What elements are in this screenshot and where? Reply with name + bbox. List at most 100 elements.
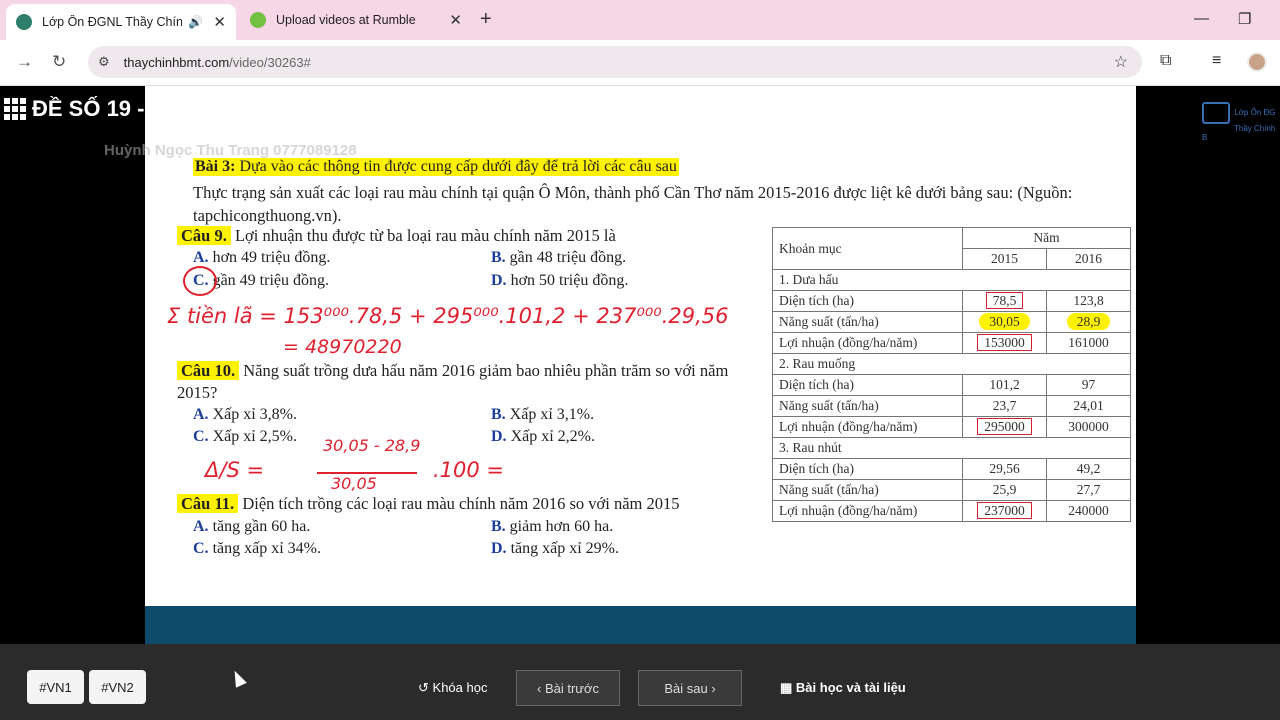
table-row: Năng suất (tấn/ha) 25,9 27,7 bbox=[772, 479, 1131, 501]
rumble-favicon-icon bbox=[250, 12, 266, 28]
section-rau-nhut: 3. Rau nhút bbox=[772, 437, 1131, 459]
slide-footer-band bbox=[145, 606, 1136, 644]
handwritten-fraction-num: 30,05 - 28,9 bbox=[323, 436, 421, 455]
tag-vn2-button[interactable]: #VN2 bbox=[89, 670, 146, 704]
new-tab-icon[interactable]: + bbox=[480, 8, 492, 31]
video-player[interactable]: Bài 3: Dựa vào các thông tin được cung c… bbox=[0, 86, 1280, 644]
exercise-heading: Bài 3: Dựa vào các thông tin được cung c… bbox=[193, 158, 679, 176]
cell-value: 237000 bbox=[962, 500, 1047, 522]
cell-value: 49,2 bbox=[1046, 458, 1131, 480]
answer-circle-mark bbox=[183, 266, 217, 296]
row-label: Năng suất (tấn/ha) bbox=[772, 395, 963, 417]
header-item: Khoản mục bbox=[772, 227, 963, 270]
viewer-watermark: Huỳnh Ngọc Thu Trang 0777089128 bbox=[104, 142, 357, 159]
tab-lop-on[interactable]: Lớp Ôn ĐGNL Thầy Chính B 🔊 ✕ bbox=[6, 4, 236, 40]
forward-icon[interactable]: → bbox=[16, 52, 33, 72]
prev-lesson-button[interactable]: ‹ Bài trước bbox=[516, 670, 620, 706]
handwritten-result: = 48970220 bbox=[283, 336, 402, 358]
question-11: Câu 11. Diện tích trồng các loại rau màu… bbox=[177, 494, 679, 514]
url-path: /video/30263# bbox=[229, 54, 311, 70]
handwritten-tail: .100 = bbox=[433, 458, 505, 482]
table-row: Lợi nhuận (đồng/ha/năm) 153000 161000 bbox=[772, 332, 1131, 354]
cell-value: 295000 bbox=[962, 416, 1047, 438]
table-row: Năng suất (tấn/ha) 30,05 28,9 bbox=[772, 311, 1131, 333]
row-label: Lợi nhuận (đồng/ha/năm) bbox=[772, 416, 963, 438]
cell-value: 78,5 bbox=[962, 290, 1047, 312]
q11-option-a: A. tăng gần 60 ha. bbox=[193, 518, 311, 535]
address-bar-row: → ↻ ⚙ thaychinhbmt.com/video/30263# ☆ ⧉ … bbox=[0, 40, 1280, 86]
cell-value: 240000 bbox=[1046, 500, 1131, 522]
cell-value: 300000 bbox=[1046, 416, 1131, 438]
speaker-icon[interactable]: 🔊 bbox=[188, 15, 203, 29]
lesson-nav-bar: #VN1 #VN2 ↺ Khóa học ‹ Bài trước Bài sau… bbox=[0, 644, 1280, 720]
table-row: Diện tích (ha) 101,2 97 bbox=[772, 374, 1131, 396]
lesson-slide: Bài 3: Dựa vào các thông tin được cung c… bbox=[145, 86, 1136, 606]
q9-option-b: B. gần 48 triệu đồng. bbox=[491, 249, 627, 266]
cell-value: 161000 bbox=[1046, 332, 1131, 354]
close-tab-icon[interactable]: ✕ bbox=[449, 11, 462, 29]
url-field[interactable]: ⚙ thaychinhbmt.com/video/30263# ☆ bbox=[88, 46, 1142, 78]
site-favicon-icon bbox=[16, 14, 32, 30]
cell-value: 29,56 bbox=[962, 458, 1047, 480]
book-logo-icon bbox=[1202, 102, 1230, 124]
question-9: Câu 9. Lợi nhuận thu được từ ba loại rau… bbox=[177, 226, 616, 246]
table-row: Lợi nhuận (đồng/ha/năm) 295000 300000 bbox=[772, 416, 1131, 438]
q11-option-c: C. tăng xấp xỉ 34%. bbox=[193, 540, 321, 557]
cell-value: 101,2 bbox=[962, 374, 1047, 396]
reload-icon[interactable]: ↻ bbox=[52, 52, 66, 72]
table-row: Diện tích (ha) 78,5 123,8 bbox=[772, 290, 1131, 312]
exercise-intro: Thực trạng sản xuất các loại rau màu chí… bbox=[193, 183, 1073, 225]
restore-icon[interactable]: ❐ bbox=[1238, 10, 1251, 28]
q10-option-c: C. Xấp xỉ 2,5%. bbox=[193, 428, 297, 445]
handwritten-ratio-label: Δ/S = bbox=[205, 458, 265, 482]
extensions-icon[interactable]: ⧉ bbox=[1160, 52, 1171, 70]
handwritten-sum: Σ tiền lã = 153⁰⁰⁰.78,5 + 295⁰⁰⁰.101,2 +… bbox=[167, 304, 729, 328]
header-year: Năm bbox=[962, 227, 1131, 249]
section-rau-muong: 2. Rau muống bbox=[772, 353, 1131, 375]
minimize-icon[interactable]: — bbox=[1194, 10, 1209, 27]
row-label: Năng suất (tấn/ha) bbox=[772, 479, 963, 501]
row-label: Diện tích (ha) bbox=[772, 290, 963, 312]
grid-icon: ▦ bbox=[780, 680, 793, 695]
q10-option-d: D. Xấp xỉ 2,2%. bbox=[491, 428, 595, 445]
q10-option-a: A. Xấp xỉ 3,8%. bbox=[193, 406, 297, 423]
row-label: Diện tích (ha) bbox=[772, 458, 963, 480]
q11-option-d: D. tăng xấp xỉ 29%. bbox=[491, 540, 619, 557]
cell-value: 24,01 bbox=[1046, 395, 1131, 417]
video-title: ĐỀ SỐ 19 - bbox=[4, 96, 144, 122]
tag-vn1-button[interactable]: #VN1 bbox=[27, 670, 84, 704]
cell-value: 23,7 bbox=[962, 395, 1047, 417]
close-tab-icon[interactable]: ✕ bbox=[213, 13, 226, 31]
cell-value: 30,05 bbox=[962, 311, 1047, 333]
q9-option-d: D. hơn 50 triệu đồng. bbox=[491, 272, 629, 289]
url-host: thaychinhbmt.com bbox=[123, 54, 230, 70]
table-row: Lợi nhuận (đồng/ha/năm) 237000 240000 bbox=[772, 500, 1131, 522]
row-label: Lợi nhuận (đồng/ha/năm) bbox=[772, 332, 963, 354]
cell-value: 28,9 bbox=[1046, 311, 1131, 333]
course-link[interactable]: ↺ Khóa học bbox=[418, 680, 487, 696]
table-row: Diện tích (ha) 29,56 49,2 bbox=[772, 458, 1131, 480]
row-label: Lợi nhuận (đồng/ha/năm) bbox=[772, 500, 963, 522]
grid-menu-icon[interactable] bbox=[4, 98, 26, 120]
header-2016: 2016 bbox=[1046, 248, 1131, 270]
handwritten-fraction-den: 30,05 bbox=[331, 474, 377, 493]
channel-logo: Lớp Ôn ĐG Thầy Chính B bbox=[1202, 102, 1280, 142]
cell-value: 25,9 bbox=[962, 479, 1047, 501]
next-lesson-button[interactable]: Bài sau › bbox=[638, 670, 742, 706]
production-table: Khoản mục Năm 2015 2016 1. Dưa hấu Diện … bbox=[772, 227, 1131, 522]
q9-option-a: A. hơn 49 triệu đồng. bbox=[193, 249, 331, 266]
section-dua-hau: 1. Dưa hấu bbox=[772, 269, 1131, 291]
row-label: Năng suất (tấn/ha) bbox=[772, 311, 963, 333]
lessons-docs-link[interactable]: ▦ Bài học và tài liệu bbox=[780, 680, 906, 696]
tab-title: Upload videos at Rumble bbox=[276, 13, 416, 27]
tab-rumble[interactable]: Upload videos at Rumble ✕ bbox=[240, 4, 472, 36]
profile-avatar[interactable] bbox=[1247, 52, 1267, 72]
bookmark-star-icon[interactable]: ☆ bbox=[1114, 52, 1128, 72]
cell-value: 97 bbox=[1046, 374, 1131, 396]
site-info-icon[interactable]: ⚙ bbox=[98, 54, 110, 70]
q11-option-b: B. giảm hơn 60 ha. bbox=[491, 518, 614, 535]
media-control-icon[interactable]: ≡ bbox=[1212, 52, 1221, 70]
q10-option-b: B. Xấp xỉ 3,1%. bbox=[491, 406, 595, 423]
header-2015: 2015 bbox=[962, 248, 1047, 270]
tab-title: Lớp Ôn ĐGNL Thầy Chính B bbox=[42, 15, 182, 29]
